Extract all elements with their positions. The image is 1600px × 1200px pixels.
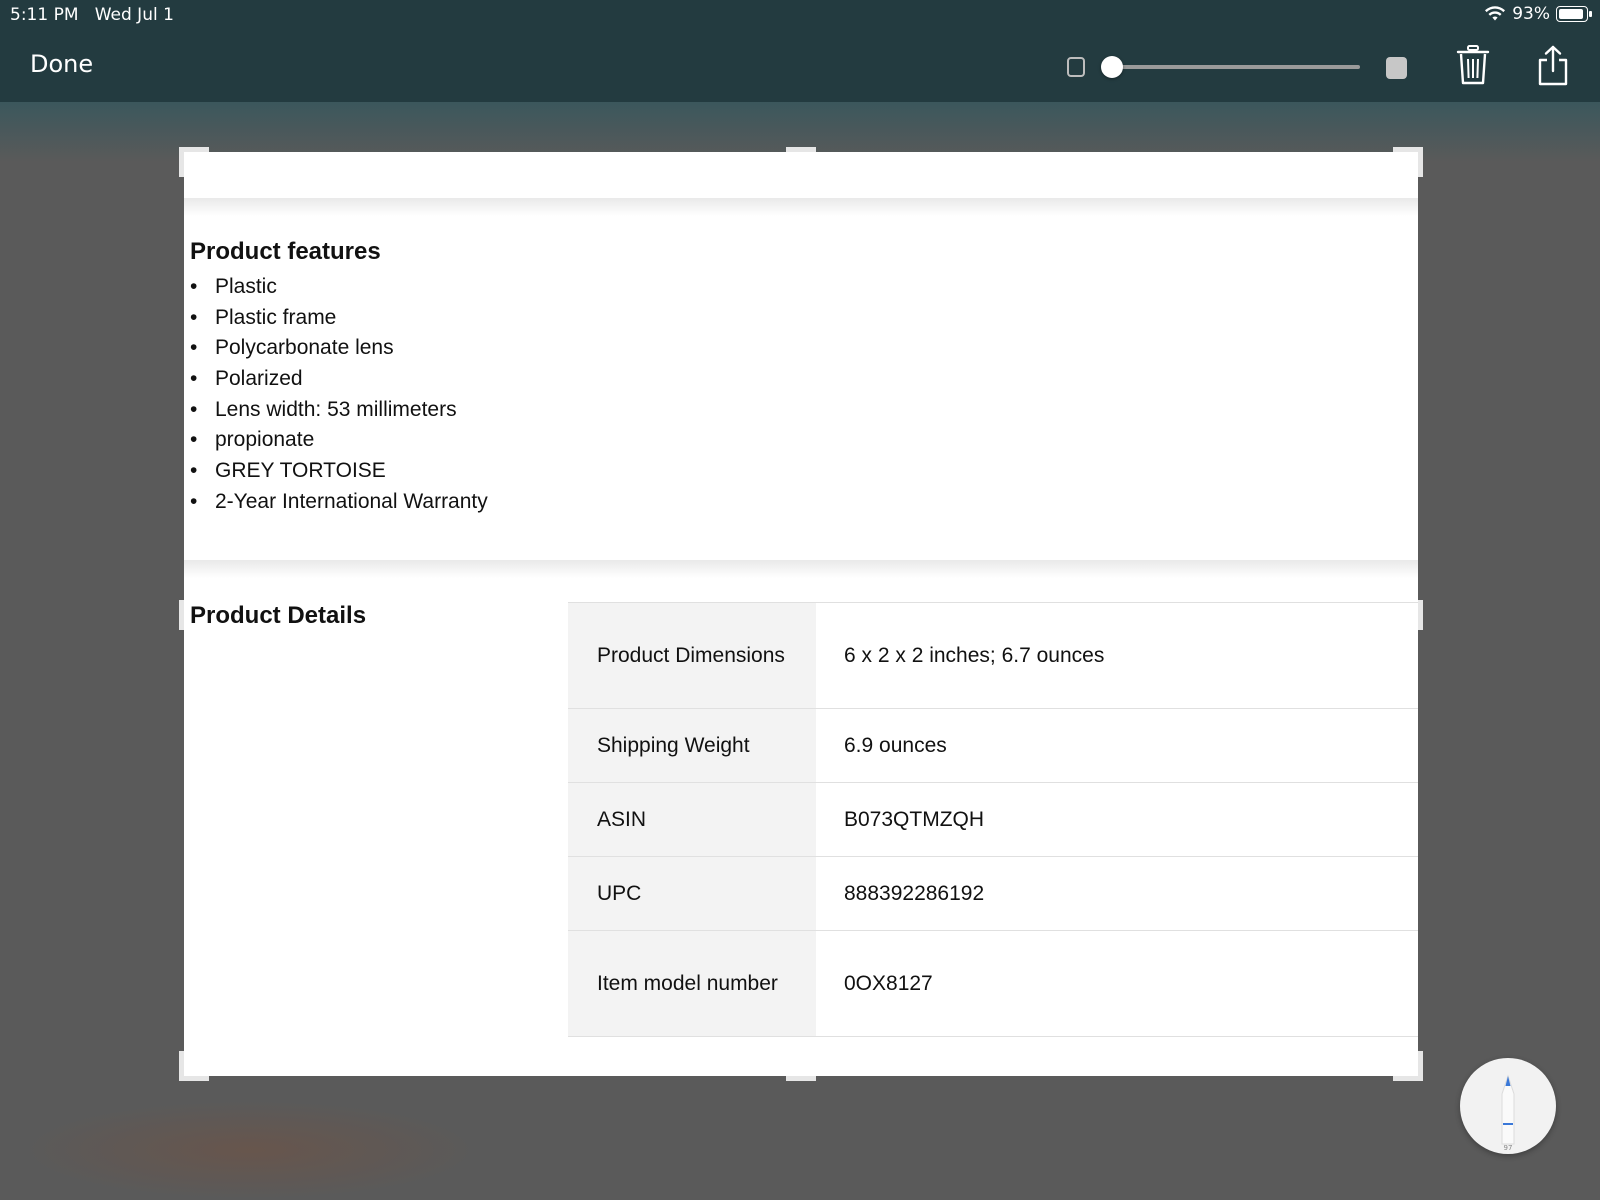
- markup-toolbar: Done: [0, 30, 1600, 102]
- pencil-tool-icon: 97: [1501, 1074, 1515, 1152]
- details-value: 6.9 ounces: [816, 708, 1418, 783]
- background-blur: [20, 1100, 480, 1200]
- section-divider: [184, 198, 1418, 216]
- details-label: Shipping Weight: [568, 708, 816, 783]
- features-list: PlasticPlastic framePolycarbonate lensPo…: [190, 272, 488, 518]
- details-label: Product Dimensions: [568, 602, 816, 709]
- feature-item: Polycarbonate lens: [190, 333, 488, 364]
- feature-item: Plastic frame: [190, 303, 488, 334]
- details-title: Product Details: [190, 602, 367, 629]
- feature-item: propionate: [190, 425, 488, 456]
- battery-icon: [1556, 6, 1592, 22]
- details-table: Product Dimensions 6 x 2 x 2 inches; 6.7 …: [568, 602, 1418, 1037]
- section-divider: [184, 560, 1418, 578]
- details-row: UPC 888392286192: [568, 856, 1418, 931]
- pencil-tool-button[interactable]: 97: [1460, 1058, 1556, 1154]
- feature-item: GREY TORTOISE: [190, 456, 488, 487]
- status-time-text: 5:11 PM: [10, 5, 79, 25]
- large-square-icon: [1386, 57, 1407, 79]
- feature-item: 2-Year International Warranty: [190, 487, 488, 518]
- details-row: Product Dimensions 6 x 2 x 2 inches; 6.7 …: [568, 602, 1418, 709]
- details-row: ASIN B073QTMZQH: [568, 782, 1418, 857]
- details-value: B073QTMZQH: [816, 782, 1418, 857]
- feature-item: Polarized: [190, 364, 488, 395]
- status-right: 93%: [1484, 4, 1592, 24]
- details-value: 888392286192: [816, 856, 1418, 931]
- opacity-slider[interactable]: [1101, 56, 1360, 78]
- wifi-icon: [1485, 6, 1506, 21]
- details-label: UPC: [568, 856, 816, 931]
- details-label: ASIN: [568, 782, 816, 857]
- feature-item: Lens width: 53 millimeters: [190, 395, 488, 426]
- status-bar: 5:11 PM Wed Jul 1 93%: [0, 0, 1600, 30]
- done-button[interactable]: Done: [30, 50, 93, 78]
- share-icon[interactable]: [1535, 44, 1571, 86]
- crop-handle-bottom-right[interactable]: [1418, 1051, 1423, 1081]
- feature-item: Plastic: [190, 272, 488, 303]
- pencil-label: 97: [1504, 1144, 1513, 1152]
- features-title: Product features: [190, 238, 381, 265]
- status-date-text: Wed Jul 1: [94, 5, 174, 25]
- crop-handle-bottom-mid[interactable]: [786, 1076, 816, 1081]
- details-row: Shipping Weight 6.9 ounces: [568, 708, 1418, 783]
- details-value: 6 x 2 x 2 inches; 6.7 ounces: [816, 602, 1418, 709]
- trash-icon[interactable]: [1455, 44, 1491, 86]
- details-row: Item model number 0OX8127: [568, 930, 1418, 1037]
- status-time: 5:11 PM Wed Jul 1: [10, 5, 174, 25]
- battery-percent: 93%: [1512, 4, 1550, 24]
- slider-knob[interactable]: [1101, 56, 1123, 78]
- crop-handle-mid-right[interactable]: [1418, 600, 1423, 630]
- details-value: 0OX8127: [816, 930, 1418, 1037]
- screenshot-page: Product features PlasticPlastic framePol…: [184, 152, 1418, 1076]
- details-label: Item model number: [568, 930, 816, 1037]
- crop-handle-top-right[interactable]: [1418, 147, 1423, 177]
- small-square-icon: [1067, 57, 1085, 77]
